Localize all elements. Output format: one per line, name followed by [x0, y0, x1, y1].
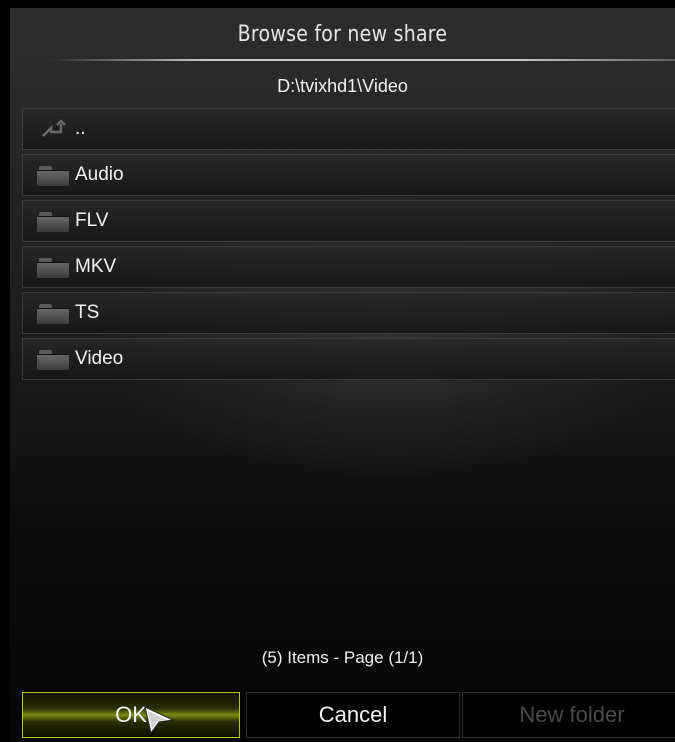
folder-list: .. Audio FLV MKV TS Video — [22, 108, 675, 384]
folder-icon — [37, 348, 69, 370]
list-item-folder[interactable]: Video — [22, 338, 675, 380]
button-bar: OK Cancel New folder — [22, 692, 675, 740]
list-item-label: FLV — [75, 210, 109, 231]
list-item-label: Video — [75, 348, 124, 369]
list-item-label: TS — [75, 302, 100, 323]
folder-icon — [37, 302, 69, 324]
parent-folder-icon — [37, 118, 69, 140]
list-item-label: Audio — [75, 164, 124, 185]
cancel-button[interactable]: Cancel — [246, 692, 460, 738]
title-divider — [50, 59, 675, 61]
items-page-status: (5) Items - Page (1/1) — [261, 648, 424, 667]
pointer-cursor-icon — [144, 706, 175, 735]
folder-icon — [37, 210, 69, 232]
current-path: D:\tvixhd1\Video — [277, 76, 408, 96]
list-item-label: .. — [75, 118, 86, 139]
dialog-title: Browse for new share — [237, 22, 448, 47]
list-item-parent[interactable]: .. — [22, 108, 675, 150]
list-item-folder[interactable]: Audio — [22, 154, 675, 196]
list-item-folder[interactable]: TS — [22, 292, 675, 334]
folder-icon — [37, 256, 69, 278]
new-folder-button[interactable]: New folder — [462, 692, 675, 738]
list-item-folder[interactable]: FLV — [22, 200, 675, 242]
browse-dialog: . . . . . . . . . . . . . . . Browse for… — [10, 8, 675, 742]
list-item-label: MKV — [75, 256, 117, 277]
folder-icon — [37, 164, 69, 186]
list-item-folder[interactable]: MKV — [22, 246, 675, 288]
ok-button[interactable]: OK — [22, 692, 240, 738]
